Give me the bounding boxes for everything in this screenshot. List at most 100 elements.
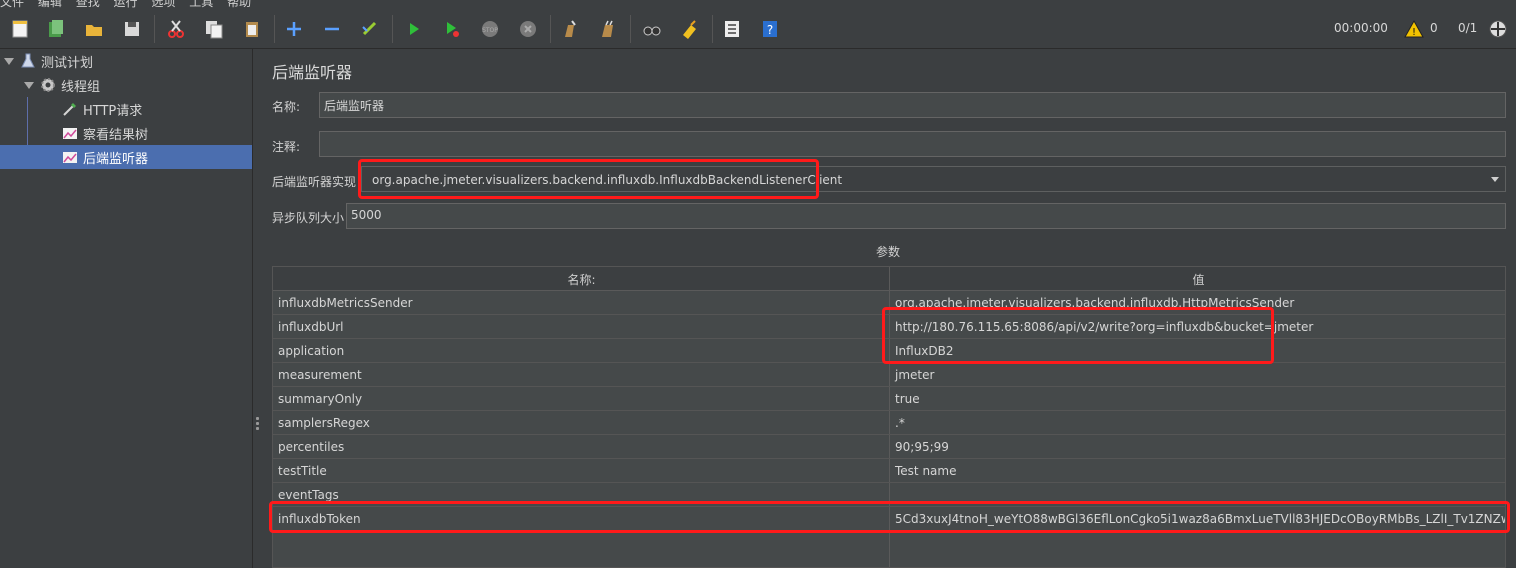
params-title: 参数 (876, 245, 901, 259)
param-value-cell[interactable]: jmeter (895, 368, 934, 382)
column-header-name[interactable]: 名称: (273, 271, 890, 288)
table-row[interactable]: summaryOnly true (273, 387, 1505, 411)
comment-label: 注释: (272, 140, 301, 154)
param-name-cell[interactable]: influxdbUrl (278, 320, 344, 334)
menu-bar: 文件 编辑 查找 运行 选项 工具 帮助 (0, 0, 1516, 9)
tree-label: HTTP请求 (83, 103, 143, 119)
table-row[interactable]: eventTags (273, 483, 1505, 507)
clear-all-icon[interactable] (596, 17, 620, 41)
clear-icon[interactable] (558, 17, 582, 41)
queue-size-field[interactable]: 5000 (346, 203, 1506, 229)
save-icon[interactable] (120, 17, 144, 41)
tree-label: 线程组 (61, 79, 101, 95)
param-value-cell[interactable]: org.apache.jmeter.visualizers.backend.in… (895, 296, 1294, 310)
table-row[interactable]: testTitle Test name (273, 459, 1505, 483)
splitter[interactable] (252, 49, 262, 568)
tree-label: 后端监听器 (83, 151, 149, 167)
param-name-cell[interactable]: samplersRegex (278, 416, 370, 430)
backend-listener-panel: 后端监听器 名称: 后端监听器 注释: 后端监听器实现 org.apache.j… (262, 49, 1516, 568)
menu-file[interactable]: 文件 (0, 0, 24, 9)
collapse-icon[interactable] (320, 17, 344, 41)
shutdown-icon[interactable] (516, 17, 540, 41)
param-name-cell[interactable]: testTitle (278, 464, 327, 478)
cut-icon[interactable] (164, 17, 188, 41)
gear-icon (40, 77, 56, 93)
column-header-value[interactable]: 值 (890, 271, 1505, 288)
tree-node-thread-group[interactable]: 线程组 (0, 73, 252, 97)
copy-icon[interactable] (202, 17, 226, 41)
thread-count: 0/1 (1458, 21, 1478, 35)
start-no-pause-icon[interactable] (440, 17, 464, 41)
param-value-cell[interactable]: .* (895, 416, 905, 430)
table-row[interactable]: samplersRegex .* (273, 411, 1505, 435)
param-name-cell[interactable]: eventTags (278, 488, 339, 502)
pipette-icon (62, 101, 78, 117)
menu-help[interactable]: 帮助 (227, 0, 251, 9)
remote-status-icon[interactable] (1486, 17, 1510, 41)
expand-arrow-icon[interactable] (4, 57, 14, 65)
menu-edit[interactable]: 编辑 (38, 0, 62, 9)
name-label: 名称: (272, 100, 301, 114)
templates-icon[interactable] (44, 17, 68, 41)
param-name-cell[interactable]: measurement (278, 368, 362, 382)
menu-search[interactable]: 查找 (76, 0, 100, 9)
chart-icon (62, 125, 78, 141)
help-icon[interactable]: ? (758, 17, 782, 41)
test-plan-tree: 测试计划 线程组 HTTP请求 察看结果树 后端监听器 (0, 49, 252, 568)
elapsed-time: 00:00:00 (1334, 21, 1388, 35)
open-icon[interactable] (82, 17, 106, 41)
start-icon[interactable] (402, 17, 426, 41)
splitter-grip-icon[interactable] (256, 417, 259, 431)
param-value-cell[interactable]: 5Cd3xuxJ4tnoH_weYtO88wBGl36EflLonCgko5i1… (895, 512, 1505, 526)
warning-icon[interactable]: ! (1402, 17, 1426, 41)
paste-icon[interactable] (240, 17, 264, 41)
toolbar: STOP ? 00:00:00 ! 0 0/1 (0, 9, 1516, 49)
svg-text:?: ? (767, 23, 773, 37)
menu-run[interactable]: 运行 (114, 0, 138, 9)
toggle-icon[interactable] (358, 17, 382, 41)
param-name-cell[interactable]: application (278, 344, 344, 358)
table-row[interactable]: influxdbUrl http://180.76.115.65:8086/api… (273, 315, 1505, 339)
name-field[interactable]: 后端监听器 (319, 92, 1506, 118)
search-icon[interactable] (640, 17, 664, 41)
params-table: 名称: 值 influxdbMetricsSender org.apache.jm… (272, 266, 1506, 568)
tree-node-test-plan[interactable]: 测试计划 (0, 49, 252, 73)
chevron-down-icon[interactable] (1491, 177, 1499, 182)
stop-icon[interactable]: STOP (478, 17, 502, 41)
param-value-cell[interactable]: 90;95;99 (895, 440, 949, 454)
reset-search-icon[interactable] (678, 17, 702, 41)
table-row[interactable]: influxdbToken 5Cd3xuxJ4tnoH_weYtO88wBGl36… (273, 507, 1505, 531)
table-row[interactable]: influxdbMetricsSender org.apache.jmeter.v… (273, 291, 1505, 315)
queue-size-label: 异步队列大小 (272, 211, 345, 225)
menu-tools[interactable]: 工具 (189, 0, 213, 9)
chart-icon (62, 149, 78, 165)
expand-icon[interactable] (282, 17, 306, 41)
menu-options[interactable]: 选项 (151, 0, 175, 9)
warning-count: 0 (1430, 21, 1438, 35)
expand-arrow-icon[interactable] (24, 81, 34, 89)
tree-node-http-request[interactable]: HTTP请求 (0, 97, 252, 121)
tree-label: 测试计划 (41, 55, 94, 71)
tree-node-backend-listener[interactable]: 后端监听器 (0, 145, 252, 169)
impl-select-value: org.apache.jmeter.visualizers.backend.in… (372, 173, 843, 187)
comment-field[interactable] (319, 131, 1506, 157)
table-row[interactable]: measurement jmeter (273, 363, 1505, 387)
param-value-cell[interactable]: http://180.76.115.65:8086/api/v2/write?o… (895, 320, 1313, 334)
page-title: 后端监听器 (272, 63, 353, 82)
param-value-cell[interactable]: InfluxDB2 (895, 344, 954, 358)
param-value-cell[interactable]: Test name (895, 464, 956, 478)
param-name-cell[interactable]: influxdbToken (278, 512, 361, 526)
param-name-cell[interactable]: summaryOnly (278, 392, 362, 406)
tree-node-view-results-tree[interactable]: 察看结果树 (0, 121, 252, 145)
function-helper-icon[interactable] (720, 17, 744, 41)
svg-text:!: ! (1412, 27, 1416, 38)
param-name-cell[interactable]: influxdbMetricsSender (278, 296, 413, 310)
flask-icon (20, 53, 36, 69)
new-icon[interactable] (8, 17, 32, 41)
table-row[interactable]: application InfluxDB2 (273, 339, 1505, 363)
param-name-cell[interactable]: percentiles (278, 440, 344, 454)
param-value-cell[interactable]: true (895, 392, 920, 406)
table-row[interactable]: percentiles 90;95;99 (273, 435, 1505, 459)
impl-label: 后端监听器实现 (272, 175, 357, 189)
impl-select[interactable]: org.apache.jmeter.visualizers.backend.in… (361, 166, 1506, 192)
